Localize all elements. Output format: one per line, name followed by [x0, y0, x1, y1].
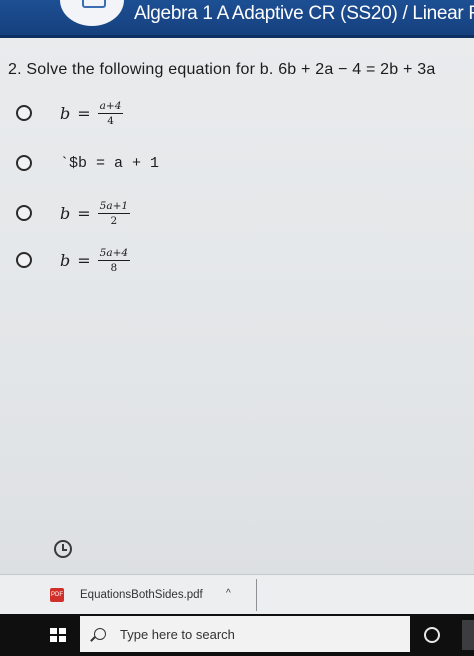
chevron-up-icon[interactable]: ^	[226, 588, 231, 599]
numerator: 5a+4	[97, 246, 131, 261]
taskbar-app-button[interactable]	[462, 620, 474, 650]
answer-label: b = 5a+1 2	[60, 199, 131, 227]
fraction: 5a+1 2	[97, 199, 131, 227]
numerator: a+4	[97, 99, 124, 114]
numerator: 5a+1	[97, 199, 131, 214]
variable: b	[60, 203, 71, 223]
answer-label: b = a+4 4	[60, 99, 124, 127]
taskbar-search-box[interactable]: Type here to search	[80, 616, 410, 652]
clock-hand	[62, 549, 67, 551]
answer-option-2[interactable]: `$b = a + 1	[16, 144, 456, 182]
download-bar: PDF EquationsBothSides.pdf ^	[0, 574, 474, 615]
clock-icon[interactable]	[54, 540, 72, 558]
pdf-file-icon: PDF	[50, 588, 64, 602]
radio-button[interactable]	[16, 205, 32, 221]
answer-label: b = 5a+4 8	[60, 246, 131, 274]
radio-button[interactable]	[16, 252, 32, 268]
download-file-name: EquationsBothSides.pdf	[80, 589, 203, 601]
denominator: 8	[110, 261, 118, 274]
equals-sign: =	[77, 103, 91, 123]
windows-logo-icon[interactable]	[50, 628, 66, 642]
book-icon	[82, 0, 106, 8]
course-title: Algebra 1 A Adaptive CR (SS20) / Linear …	[134, 3, 474, 24]
denominator: 2	[110, 214, 118, 227]
denominator: 4	[107, 114, 114, 127]
answer-label: `$b = a + 1	[60, 154, 160, 172]
fraction: a+4 4	[97, 99, 124, 127]
screen: Algebra 1 A Adaptive CR (SS20) / Linear …	[0, 0, 474, 656]
equals-sign: =	[77, 250, 91, 270]
fraction: 5a+4 8	[97, 246, 131, 274]
answer-option-1[interactable]: b = a+4 4	[16, 94, 456, 132]
question-text: 2. Solve the following equation for b. 6…	[8, 61, 436, 78]
search-icon	[94, 628, 106, 640]
answer-option-4[interactable]: b = 5a+4 8	[16, 241, 456, 279]
variable: b	[60, 250, 71, 270]
taskbar: Type here to search	[0, 614, 474, 656]
download-item[interactable]: PDF EquationsBothSides.pdf	[50, 581, 203, 609]
equals-sign: =	[77, 203, 91, 223]
radio-button[interactable]	[16, 155, 32, 171]
question-panel: 2. Solve the following equation for b. 6…	[0, 38, 474, 574]
variable: b	[60, 103, 71, 123]
course-header: Algebra 1 A Adaptive CR (SS20) / Linear …	[0, 0, 474, 38]
divider	[256, 579, 257, 611]
radio-button[interactable]	[16, 105, 32, 121]
answer-option-3[interactable]: b = 5a+1 2	[16, 194, 456, 232]
cortana-icon[interactable]	[424, 627, 440, 643]
search-placeholder: Type here to search	[120, 626, 235, 642]
